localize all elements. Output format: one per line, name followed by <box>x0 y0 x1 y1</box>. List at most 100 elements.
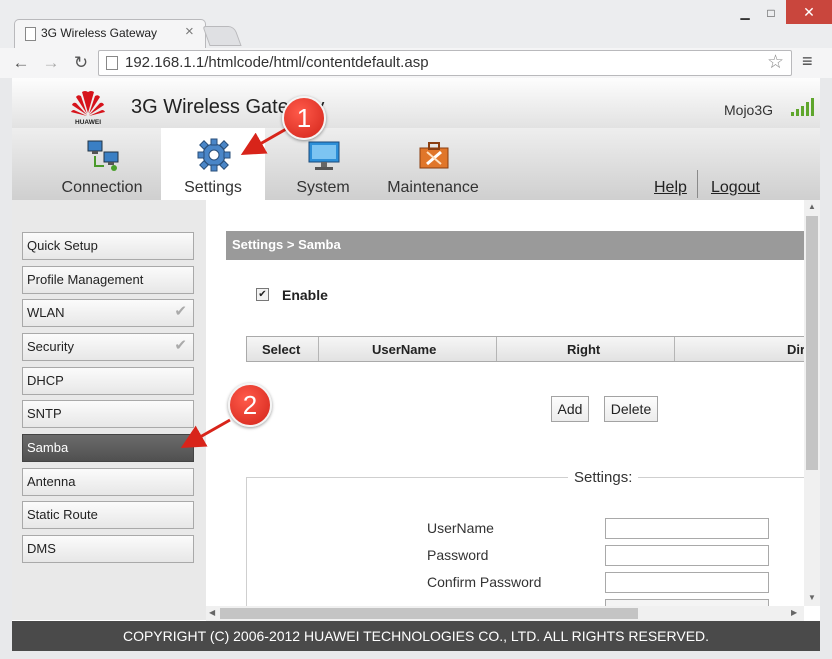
sidebar-item-static-route[interactable]: Static Route <box>22 501 194 529</box>
sidebar-item-label: Quick Setup <box>27 238 98 253</box>
sidebar-item-label: Antenna <box>27 474 76 489</box>
huawei-logo-icon: HUAWEI <box>71 91 105 126</box>
sidebar-item-label: Security <box>27 339 74 354</box>
tab-maintenance[interactable]: Maintenance <box>381 128 485 200</box>
horizontal-scrollbar[interactable]: ◀ ▶ <box>206 606 804 621</box>
sidebar-item-profile-management[interactable]: Profile Management <box>22 266 194 294</box>
frame-border <box>820 78 832 659</box>
signal-bars-icon <box>791 98 814 116</box>
sidebar-item-label: DMS <box>27 541 56 556</box>
callout-2: 2 <box>228 383 272 427</box>
sidebar-item-dhcp[interactable]: DHCP <box>22 367 194 395</box>
settings-legend: Settings: <box>568 469 639 486</box>
network-computers-icon <box>87 140 119 171</box>
chevron-down-icon: ✔ <box>174 337 187 354</box>
device-name: Mojo3G <box>724 102 774 118</box>
tab-maintenance-label: Maintenance <box>387 179 479 196</box>
chevron-down-icon: ✔ <box>174 303 187 320</box>
address-bar[interactable]: 192.168.1.1/htmlcode/html/contentdefault… <box>98 50 792 76</box>
logo-wordmark: HUAWEI <box>75 119 101 126</box>
url-text: 192.168.1.1/htmlcode/html/contentdefault… <box>125 54 429 71</box>
gateway-header: HUAWEI 3G Wireless Gateway Mojo3G <box>12 78 820 129</box>
sidebar-item-security[interactable]: Security ✔ <box>22 333 194 361</box>
column-header-dir: Dir <box>787 342 804 357</box>
reload-icon[interactable]: ↻ <box>70 52 92 74</box>
document-icon <box>106 56 118 70</box>
sidebar-item-label: Samba <box>27 440 69 455</box>
copyright-text: COPYRIGHT (C) 2006-2012 HUAWEI TECHNOLOG… <box>122 628 710 644</box>
sidebar-item-label: DHCP <box>27 373 64 388</box>
copyright-footer: COPYRIGHT (C) 2006-2012 HUAWEI TECHNOLOG… <box>12 621 820 651</box>
scroll-right-icon[interactable]: ▶ <box>791 608 797 617</box>
password-field[interactable] <box>605 545 769 566</box>
gear-icon <box>197 138 231 172</box>
nav-divider <box>697 170 698 198</box>
page-icon <box>25 27 36 41</box>
sidebar-item-quick-setup[interactable]: Quick Setup <box>22 232 194 260</box>
sidebar-item-label: SNTP <box>27 406 62 421</box>
tab-settings-label: Settings <box>184 179 242 196</box>
monitor-icon <box>308 141 340 170</box>
scroll-up-icon[interactable]: ▲ <box>808 202 816 211</box>
tab-settings[interactable]: Settings <box>161 128 265 200</box>
username-field[interactable] <box>605 518 769 539</box>
scroll-down-icon[interactable]: ▼ <box>808 593 816 602</box>
tab-title: 3G Wireless Gateway <box>41 26 158 40</box>
sidebar: Quick Setup Profile Management WLAN ✔ Sec… <box>12 200 206 620</box>
browser-menu-icon[interactable]: ≡ <box>802 51 813 72</box>
callout-1: 1 <box>282 96 326 140</box>
bookmark-star-icon[interactable]: ☆ <box>767 51 784 74</box>
scroll-left-icon[interactable]: ◀ <box>209 608 215 617</box>
sidebar-item-sntp[interactable]: SNTP <box>22 400 194 428</box>
tab-close-icon[interactable]: × <box>185 23 194 40</box>
maximize-icon[interactable]: □ <box>760 5 782 21</box>
sidebar-item-dms[interactable]: DMS <box>22 535 194 563</box>
tab-system-label: System <box>296 179 350 196</box>
enable-label: Enable <box>282 287 328 303</box>
tab-connection[interactable]: Connection <box>50 128 154 200</box>
page-title: Settings > Samba <box>232 237 341 252</box>
sidebar-item-label: Profile Management <box>27 272 144 287</box>
confirm-password-label: Confirm Password <box>427 574 542 590</box>
logout-link[interactable]: Logout <box>711 179 760 197</box>
column-header-username: UserName <box>372 342 437 357</box>
new-tab-button[interactable] <box>202 26 242 46</box>
username-label: UserName <box>427 520 494 536</box>
vertical-scroll-thumb[interactable] <box>806 216 818 470</box>
column-divider <box>318 337 319 361</box>
toolbox-icon <box>419 142 449 169</box>
forward-icon[interactable]: → <box>40 52 62 74</box>
sidebar-item-label: Static Route <box>27 507 98 522</box>
page-title-bar: Settings > Samba <box>226 231 804 260</box>
sidebar-item-wlan[interactable]: WLAN ✔ <box>22 299 194 327</box>
column-header-right: Right <box>567 342 601 357</box>
enable-checkbox[interactable]: ✔ <box>256 288 269 301</box>
browser-tab[interactable]: 3G Wireless Gateway × <box>14 19 206 49</box>
password-label: Password <box>427 547 489 563</box>
sidebar-item-label: WLAN <box>27 305 65 320</box>
window-bottom-border <box>0 651 832 659</box>
back-icon[interactable]: ← <box>10 52 32 74</box>
minimize-icon[interactable]: ▁ <box>734 5 756 21</box>
browser-titlebar: 3G Wireless Gateway × ▁ □ ✕ <box>0 0 832 49</box>
horizontal-scroll-thumb[interactable] <box>220 608 638 619</box>
column-header-select: Select <box>262 342 301 357</box>
sidebar-item-samba[interactable]: Samba <box>22 434 194 462</box>
main-nav: Connection Settings System Maintenance H… <box>12 128 820 200</box>
samba-content-panel: Settings > Samba ✔ Enable Select UserNam… <box>206 200 804 606</box>
tab-system[interactable]: System <box>271 128 375 200</box>
sidebar-item-antenna[interactable]: Antenna <box>22 468 194 496</box>
partially-hidden-select[interactable] <box>605 599 769 606</box>
browser-toolbar: ← → ↻ 192.168.1.1/htmlcode/html/contentd… <box>0 48 832 79</box>
window-close-icon[interactable]: ✕ <box>786 0 832 24</box>
add-button[interactable]: Add <box>551 396 589 422</box>
frame-border <box>0 78 12 659</box>
column-divider <box>496 337 497 361</box>
confirm-password-field[interactable] <box>605 572 769 593</box>
delete-button[interactable]: Delete <box>604 396 658 422</box>
help-link[interactable]: Help <box>654 179 687 197</box>
column-divider <box>674 337 675 361</box>
tab-connection-label: Connection <box>61 179 143 196</box>
vertical-scrollbar[interactable]: ▲ ▼ <box>804 200 820 606</box>
samba-users-table-header: Select UserName Right Dir <box>246 336 804 362</box>
